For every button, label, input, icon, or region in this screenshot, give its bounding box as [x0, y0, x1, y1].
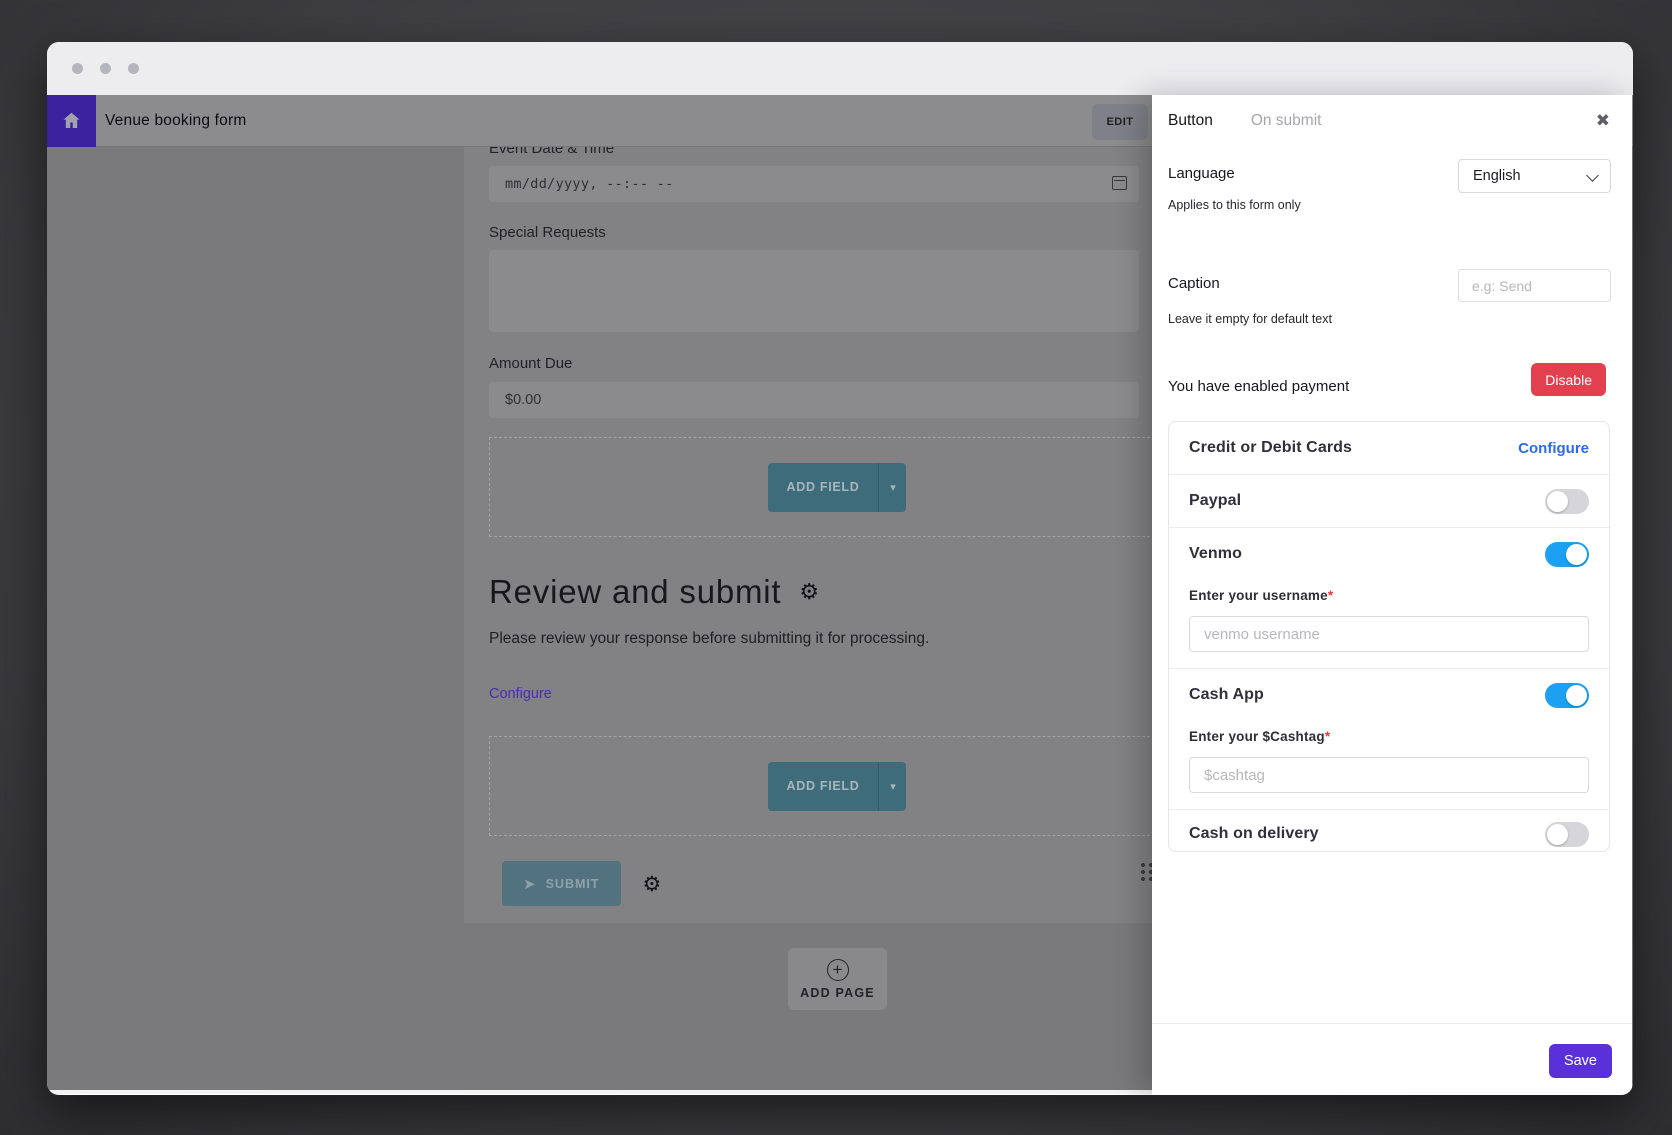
field-dropzone: ADD FIELD ▾	[489, 437, 1185, 537]
toggle-knob	[1566, 544, 1587, 565]
configure-link[interactable]: Configure	[489, 686, 1185, 702]
add-page-button[interactable]: + ADD PAGE	[788, 948, 887, 1010]
close-icon[interactable]: ✖	[1596, 111, 1610, 131]
payment-method-name: Cash App	[1189, 686, 1264, 704]
gear-icon[interactable]: ⚙	[643, 872, 662, 896]
add-field-button[interactable]: ADD FIELD ▾	[768, 762, 907, 811]
field-row-datetime-label: Event Date & Time	[489, 147, 1185, 157]
venmo-toggle[interactable]	[1545, 542, 1589, 567]
language-hint: Applies to this form only	[1168, 198, 1301, 212]
window-dot-icon[interactable]	[72, 63, 83, 74]
review-description: Please review your response before submi…	[489, 630, 1185, 648]
button-settings-panel: Button On submit ✖ Language English Appl…	[1152, 95, 1632, 1095]
caption-label: Caption	[1168, 275, 1220, 292]
submit-label: SUBMIT	[546, 877, 600, 891]
toggle-knob	[1566, 685, 1587, 706]
configure-cards-link[interactable]: Configure	[1518, 440, 1589, 457]
required-asterisk: *	[1328, 588, 1333, 603]
edit-button[interactable]: EDIT	[1092, 104, 1148, 140]
special-requests-textarea[interactable]	[489, 250, 1139, 332]
tab-button[interactable]: Button	[1168, 112, 1213, 130]
amount-due-input[interactable]: $0.00	[489, 382, 1139, 418]
payment-methods-card: Credit or Debit Cards Configure Paypal V…	[1168, 421, 1610, 852]
payment-method-name: Credit or Debit Cards	[1189, 439, 1352, 457]
browser-window: Venue booking form EDIT Event Date & Tim…	[47, 42, 1633, 1095]
browser-titlebar	[47, 42, 1633, 95]
payment-row-cards: Credit or Debit Cards Configure	[1169, 422, 1609, 475]
review-heading-row: Review and submit ⚙	[489, 573, 1185, 611]
add-field-button[interactable]: ADD FIELD ▾	[768, 463, 907, 512]
field-label: Special Requests	[489, 224, 1185, 241]
chevron-down-icon[interactable]: ▾	[878, 762, 906, 811]
form-title: Venue booking form	[105, 112, 246, 130]
caption-input[interactable]	[1458, 269, 1611, 302]
window-dot-icon[interactable]	[128, 63, 139, 74]
save-button[interactable]: Save	[1549, 1044, 1612, 1078]
paypal-toggle[interactable]	[1545, 489, 1589, 514]
cashtag-input[interactable]	[1189, 757, 1589, 793]
amount-value: $0.00	[505, 392, 541, 408]
page-title: Review and submit	[489, 573, 781, 611]
submit-button[interactable]: ➤ SUBMIT	[502, 861, 621, 906]
payment-row-cashapp: Cash App Enter your $Cashtag*	[1169, 669, 1609, 810]
venmo-username-label: Enter your username*	[1189, 588, 1589, 603]
caption-hint: Leave it empty for default text	[1168, 312, 1332, 326]
language-selected-value: English	[1473, 168, 1521, 184]
panel-footer: Save	[1152, 1023, 1632, 1095]
app-area: Venue booking form EDIT Event Date & Tim…	[47, 95, 1633, 1095]
panel-tabs: Button On submit	[1168, 112, 1321, 130]
plus-circle-icon: +	[827, 959, 849, 981]
language-select[interactable]: English	[1458, 159, 1611, 193]
payment-method-name: Venmo	[1189, 545, 1242, 563]
window-dot-icon[interactable]	[100, 63, 111, 74]
datetime-placeholder: mm/dd/yyyy, --:-- --	[505, 176, 674, 192]
required-asterisk: *	[1325, 729, 1330, 744]
toggle-knob	[1547, 491, 1568, 512]
calendar-icon[interactable]	[1112, 176, 1127, 190]
submit-row: ➤ SUBMIT ⚙	[502, 861, 1185, 906]
toggle-knob	[1547, 824, 1568, 845]
device-frame: Venue booking form EDIT Event Date & Tim…	[0, 0, 1672, 1135]
send-icon: ➤	[523, 875, 536, 893]
chevron-down-icon	[1586, 169, 1599, 182]
cod-toggle[interactable]	[1545, 822, 1589, 847]
cashapp-toggle[interactable]	[1545, 683, 1589, 708]
disable-payment-button[interactable]: Disable	[1531, 363, 1606, 396]
home-button[interactable]	[47, 95, 96, 147]
datetime-input[interactable]: mm/dd/yyyy, --:-- --	[489, 166, 1139, 202]
chevron-down-icon[interactable]: ▾	[878, 463, 906, 512]
payment-row-cod: Cash on delivery	[1169, 810, 1609, 852]
add-page-label: ADD PAGE	[800, 986, 875, 1000]
tab-on-submit[interactable]: On submit	[1251, 112, 1322, 130]
gear-icon[interactable]: ⚙	[799, 580, 819, 605]
language-label: Language	[1168, 165, 1235, 182]
add-field-label: ADD FIELD	[768, 762, 879, 811]
field-dropzone: ADD FIELD ▾	[489, 736, 1185, 836]
payment-method-name: Paypal	[1189, 492, 1241, 510]
cashtag-label: Enter your $Cashtag*	[1189, 729, 1589, 744]
field-label: Event Date & Time	[489, 147, 1185, 157]
venmo-username-input[interactable]	[1189, 616, 1589, 652]
field-label: Amount Due	[489, 355, 1185, 372]
payment-status-text: You have enabled payment	[1168, 378, 1349, 395]
payment-row-paypal: Paypal	[1169, 475, 1609, 528]
form-page-card: Event Date & Time mm/dd/yyyy, --:-- -- S…	[464, 147, 1210, 923]
payment-row-venmo: Venmo Enter your username*	[1169, 528, 1609, 669]
home-icon	[61, 110, 82, 131]
add-field-label: ADD FIELD	[768, 463, 879, 512]
payment-method-name: Cash on delivery	[1189, 825, 1319, 843]
